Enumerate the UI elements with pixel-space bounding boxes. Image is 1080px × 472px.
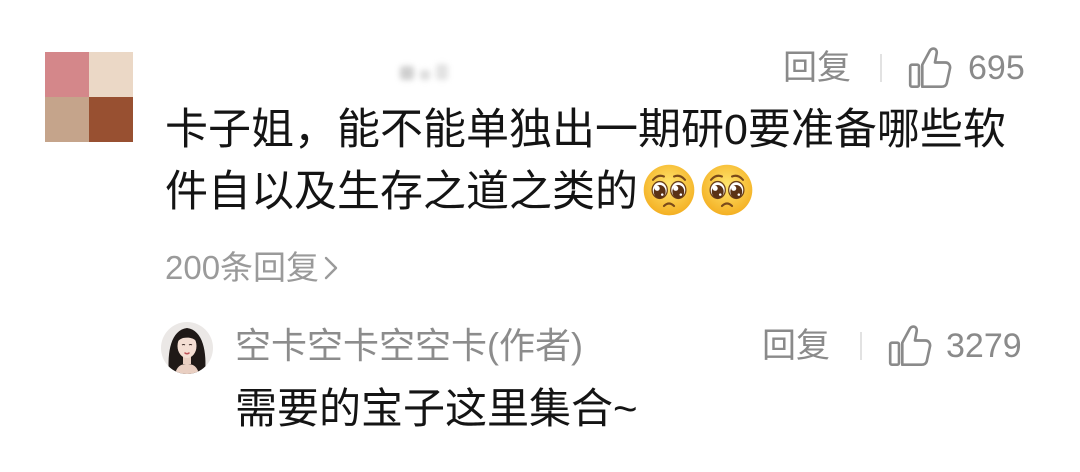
comment-text: 卡子姐，能不能单独出一期研0要准备哪些软件自以及生存之道之类的: [165, 106, 1006, 216]
like-count: 695: [968, 49, 1025, 87]
avatar-tile: [45, 52, 89, 97]
thumbs-up-icon[interactable]: [908, 46, 952, 90]
blurred-username: [398, 60, 454, 84]
reply-button[interactable]: 回复: [762, 326, 830, 366]
author-name[interactable]: 空卡空卡空空卡(作者): [235, 326, 583, 366]
chevron-right-icon: [324, 256, 338, 280]
divider: [860, 332, 862, 360]
avatar-tile: [89, 97, 133, 142]
avatar-tile: [45, 97, 89, 142]
like-count: 3279: [946, 327, 1022, 365]
commenter-avatar[interactable]: [45, 52, 133, 142]
pleading-face-icon: [700, 163, 754, 217]
reply-button[interactable]: 回复: [783, 48, 851, 88]
replies-count-label: 200条回复: [165, 249, 320, 286]
pleading-face-icon: [642, 163, 696, 217]
reply-body: 需要的宝子这里集合~: [235, 385, 638, 432]
avatar-tile: [89, 52, 133, 97]
comment-body: 卡子姐，能不能单独出一期研0要准备哪些软件自以及生存之道之类的: [165, 99, 1040, 223]
view-replies-link[interactable]: 200条回复: [165, 248, 339, 288]
divider: [880, 54, 882, 82]
thumbs-up-icon[interactable]: [888, 324, 932, 368]
author-avatar[interactable]: [161, 322, 213, 374]
